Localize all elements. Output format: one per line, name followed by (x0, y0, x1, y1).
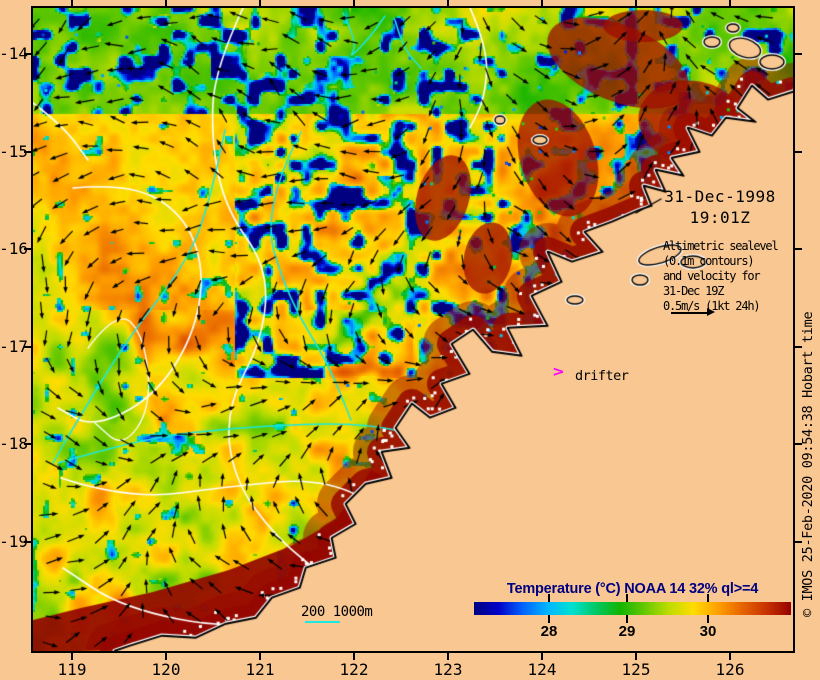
y-axis-tick-right (795, 53, 802, 55)
drifter-arrow-icon: > (553, 362, 564, 381)
colorbar: Temperature (°C) NOAA 14 32% ql>=4 28 29 3… (474, 581, 791, 643)
x-axis-label: 120 (151, 660, 181, 679)
x-axis-tick-top (635, 0, 637, 6)
colorbar-gradient (474, 602, 791, 615)
colorbar-title: Temperature (°C) NOAA 14 32% ql>=4 (506, 581, 759, 597)
time-text: 19:01Z (689, 208, 751, 227)
x-axis-tick-top (541, 0, 543, 6)
y-axis-label: -14 (0, 44, 28, 63)
velocity-scale-arrow (671, 308, 715, 317)
x-axis-label: 123 (433, 660, 463, 679)
colorbar-tick-label: 28 (540, 623, 558, 640)
drifter-label: drifter (575, 368, 629, 384)
colorbar-tick (707, 615, 709, 623)
x-axis-label: 125 (621, 660, 651, 679)
colorbar-tick (626, 594, 628, 602)
x-axis-tick-bottom (447, 653, 449, 660)
map-frame: 31-Dec-1998 19:01Z Altimetric sealevel (0… (31, 6, 795, 653)
altimetric-note-line: 31-Dec 19Z (663, 284, 724, 298)
x-axis-label: 122 (339, 660, 369, 679)
x-axis-tick-top (353, 0, 355, 6)
y-axis-tick-right (795, 150, 802, 153)
x-axis-label: 121 (245, 660, 275, 679)
x-axis-tick-bottom (165, 653, 167, 660)
colorbar-tick (548, 594, 550, 602)
arrow-head-icon (707, 308, 715, 316)
y-axis-tick-right (795, 248, 802, 251)
colorbar-tick (626, 615, 628, 623)
colorbar-tick-label: 29 (618, 623, 636, 640)
arrow-line (671, 312, 711, 314)
datetime-label: 31-Dec-1998 19:01Z (660, 186, 780, 228)
x-axis-tick-bottom (729, 653, 731, 660)
x-axis-tick-bottom (353, 653, 355, 660)
x-axis-label: 119 (57, 660, 87, 679)
y-axis-label: -19 (0, 532, 28, 551)
x-axis-tick-top (71, 0, 73, 6)
x-axis-tick-top (729, 0, 731, 6)
depth-scale-label: 200 1000m (301, 604, 373, 620)
x-axis-tick-bottom (541, 653, 543, 660)
colorbar-tick (707, 594, 709, 602)
bathy-200m-line (305, 621, 340, 623)
credit-text: © IMOS 25-Feb-2020 09:54:38 Hobart time (800, 311, 816, 617)
altimetric-note-line: and velocity for (663, 269, 761, 283)
date-text: 31-Dec-1998 (664, 187, 776, 206)
x-axis-tick-bottom (635, 653, 637, 660)
x-axis-label: 124 (527, 660, 557, 679)
x-axis-tick-top (259, 0, 261, 6)
x-axis-tick-top (447, 0, 449, 6)
x-axis-tick-top (165, 0, 167, 6)
altimetric-note: Altimetric sealevel (0.1m contours) and ve… (663, 239, 779, 314)
colorbar-tick (548, 615, 550, 623)
y-axis-label: -17 (0, 336, 28, 356)
y-axis-label: -15 (0, 141, 28, 161)
x-axis-label: 126 (715, 660, 745, 679)
altimetric-note-line: (0.1m contours) (663, 254, 755, 268)
y-axis-label: -16 (0, 239, 28, 259)
sst-map-canvas (33, 8, 793, 651)
x-axis-tick-bottom (71, 653, 73, 660)
x-axis-tick-bottom (259, 653, 261, 660)
colorbar-tick-label: 30 (699, 623, 717, 640)
sst-map-figure: { "map": { "lon_ticks": ["119","120","12… (0, 0, 820, 680)
altimetric-note-line: Altimetric sealevel (663, 239, 779, 253)
y-axis-label: -18 (0, 434, 28, 454)
